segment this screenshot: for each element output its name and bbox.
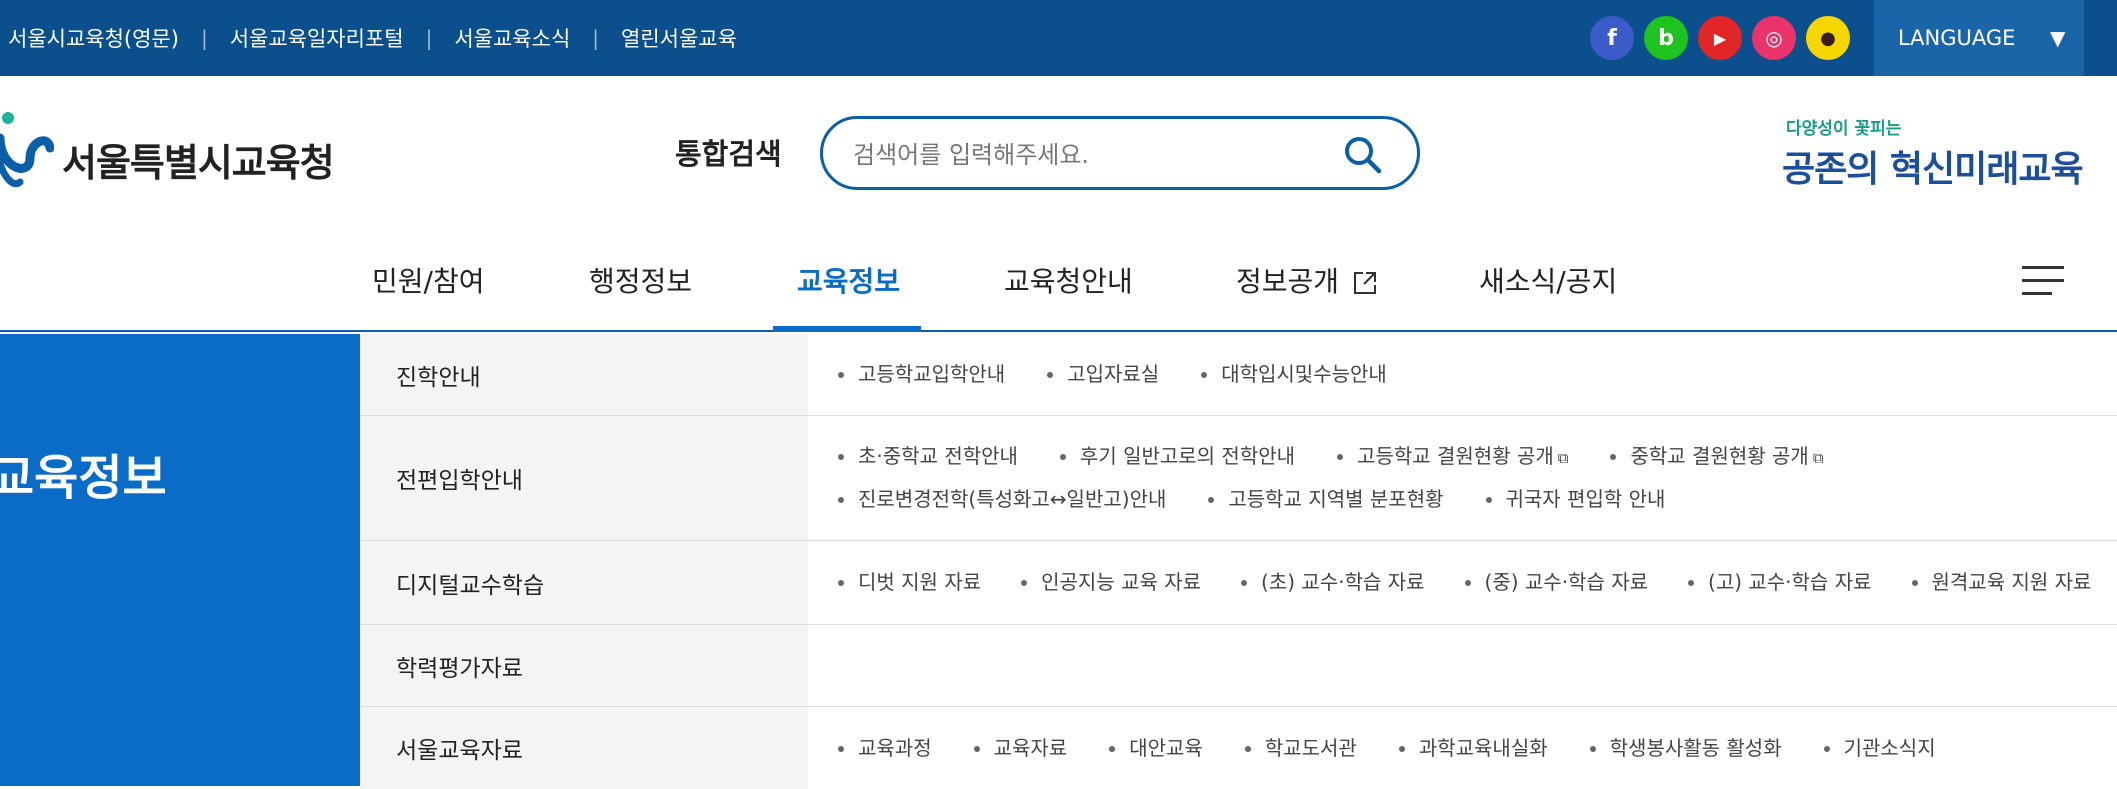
facebook-icon[interactable]: f bbox=[1590, 16, 1634, 60]
menu-link[interactable]: 진로변경전학(특성화고↔일반고)안내 bbox=[838, 479, 1166, 520]
kakao-icon[interactable]: ● bbox=[1806, 16, 1850, 60]
menu-link[interactable]: 인공지능 교육 자료 bbox=[1021, 562, 1201, 603]
slogan-small: 다양성이 꽃피는 bbox=[1786, 119, 1902, 139]
menu-row: 전편입학안내 초·중학교 전학안내 후기 일반고로의 전학안내 고등학교 결원현… bbox=[360, 416, 2117, 541]
menu-link[interactable]: 교육자료 bbox=[973, 728, 1067, 769]
top-link-open-education[interactable]: 열린서울교육 bbox=[621, 23, 737, 53]
nav-info-disclosure: 정보공개 bbox=[1236, 265, 1340, 298]
separator: | bbox=[592, 26, 600, 50]
menu-row: 학력평가자료 bbox=[360, 625, 2117, 707]
hamburger-menu-icon[interactable] bbox=[2022, 264, 2064, 298]
menu-link-external[interactable]: 중학교 결원현황 공개 ⧉ bbox=[1610, 436, 1824, 479]
nav-news-notices[interactable]: 새소식/공지 bbox=[1479, 260, 1617, 300]
top-link-news[interactable]: 서울교육소식 bbox=[454, 23, 570, 53]
slogan-logo: 다양성이 꽃피는 공존의 혁신미래교육 bbox=[1780, 112, 2084, 192]
menu-links: 초·중학교 전학안내 후기 일반고로의 전학안내 고등학교 결원현황 공개 ⧉ 중… bbox=[808, 416, 2117, 540]
menu-link-label: 중학교 결원현황 공개 bbox=[1630, 444, 1809, 468]
menu-link[interactable]: 대안교육 bbox=[1109, 728, 1203, 769]
menu-links: 교육과정 교육자료 대안교육 학교도서관 과학교육내실화 학생봉사활동 활성화 … bbox=[808, 707, 2117, 789]
menu-link[interactable]: 과학교육내실화 bbox=[1398, 728, 1548, 769]
menu-link-label: 고등학교 결원현황 공개 bbox=[1357, 444, 1554, 468]
menu-link[interactable]: 기관소식지 bbox=[1823, 728, 1936, 769]
youtube-icon[interactable]: ▶ bbox=[1698, 16, 1742, 60]
nav-civil-participation[interactable]: 민원/참여 bbox=[372, 260, 484, 300]
external-link-icon bbox=[1353, 272, 1376, 294]
menu-link[interactable]: 원격교육 지원 자료 bbox=[1911, 562, 2091, 603]
separator: | bbox=[200, 26, 208, 50]
side-panel-title: 교육정보 bbox=[0, 450, 167, 506]
mega-menu: 진학안내 고등학교입학안내 고입자료실 대학입시및수능안내 전편입학안내 초·중… bbox=[360, 334, 2117, 789]
social-links: f b ▶ ◎ ● bbox=[1590, 16, 1850, 60]
menu-link[interactable]: 디벗 지원 자료 bbox=[838, 562, 981, 603]
nav-info-disclosure-wrap[interactable]: 정보공개 bbox=[1236, 260, 1378, 300]
menu-links: 디벗 지원 자료 인공지능 교육 자료 (초) 교수·학습 자료 (중) 교수·… bbox=[808, 541, 2117, 624]
menu-category[interactable]: 학력평가자료 bbox=[360, 625, 808, 706]
search-label: 통합검색 bbox=[675, 137, 782, 171]
menu-category[interactable]: 디지털교수학습 bbox=[360, 541, 808, 624]
active-tab-underline bbox=[773, 326, 921, 332]
side-panel: 교육정보 bbox=[0, 334, 360, 786]
site-name[interactable]: 서울특별시교육청 bbox=[62, 132, 335, 187]
top-link-english[interactable]: 서울시교육청(영문) bbox=[8, 23, 179, 53]
nav-office-guide[interactable]: 교육청안내 bbox=[1004, 260, 1133, 300]
instagram-icon[interactable]: ◎ bbox=[1752, 16, 1796, 60]
separator: | bbox=[425, 26, 433, 50]
language-label: LANGUAGE bbox=[1898, 26, 2016, 50]
top-link-jobs-portal[interactable]: 서울교육일자리포털 bbox=[230, 23, 404, 53]
menu-links bbox=[808, 625, 2117, 706]
search-input[interactable] bbox=[853, 137, 1323, 173]
menu-link[interactable]: 고등학교입학안내 bbox=[838, 354, 1005, 395]
menu-link[interactable]: (고) 교수·학습 자료 bbox=[1688, 562, 1872, 603]
slogan-big: 공존의 혁신미래교육 bbox=[1782, 149, 2084, 190]
menu-link[interactable]: 학생봉사활동 활성화 bbox=[1589, 728, 1782, 769]
top-bar: 서울시교육청(영문) | 서울교육일자리포털 | 서울교육소식 | 열린서울교육… bbox=[0, 0, 2117, 76]
menu-link[interactable]: 후기 일반고로의 전학안내 bbox=[1059, 436, 1295, 479]
search-box bbox=[820, 116, 1420, 190]
menu-row: 진학안내 고등학교입학안내 고입자료실 대학입시및수능안내 bbox=[360, 334, 2117, 416]
menu-link[interactable]: 고입자료실 bbox=[1047, 354, 1159, 395]
search-icon[interactable] bbox=[1341, 133, 1385, 177]
menu-category[interactable]: 전편입학안내 bbox=[360, 416, 808, 540]
external-link-icon: ⧉ bbox=[1557, 449, 1569, 467]
menu-row: 서울교육자료 교육과정 교육자료 대안교육 학교도서관 과학교육내실화 학생봉사… bbox=[360, 707, 2117, 789]
logo-icon[interactable] bbox=[0, 108, 54, 192]
menu-link[interactable]: 귀국자 편입학 안내 bbox=[1485, 479, 1665, 520]
menu-link[interactable]: 학교도서관 bbox=[1244, 728, 1357, 769]
language-button[interactable]: LANGUAGE ▼ bbox=[1874, 0, 2084, 76]
external-link-icon: ⧉ bbox=[1812, 449, 1824, 467]
menu-category[interactable]: 서울교육자료 bbox=[360, 707, 808, 789]
main-nav: 민원/참여 행정정보 교육정보 교육청안내 정보공개 새소식/공지 bbox=[0, 236, 2117, 332]
menu-row: 디지털교수학습 디벗 지원 자료 인공지능 교육 자료 (초) 교수·학습 자료… bbox=[360, 541, 2117, 625]
menu-link[interactable]: (중) 교수·학습 자료 bbox=[1464, 562, 1648, 603]
menu-link[interactable]: 고등학교 지역별 분포현황 bbox=[1208, 479, 1444, 520]
top-links: 서울시교육청(영문) | 서울교육일자리포털 | 서울교육소식 | 열린서울교육 bbox=[8, 0, 737, 76]
nav-admin-info[interactable]: 행정정보 bbox=[589, 260, 692, 300]
dropdown-arrow-icon: ▼ bbox=[2050, 26, 2066, 50]
blog-icon[interactable]: b bbox=[1644, 16, 1688, 60]
menu-links: 고등학교입학안내 고입자료실 대학입시및수능안내 bbox=[808, 334, 2117, 415]
menu-link-external[interactable]: 고등학교 결원현황 공개 ⧉ bbox=[1337, 436, 1568, 479]
nav-education-info[interactable]: 교육정보 bbox=[797, 260, 900, 300]
menu-link[interactable]: 초·중학교 전학안내 bbox=[838, 436, 1018, 479]
menu-link[interactable]: (초) 교수·학습 자료 bbox=[1241, 562, 1425, 603]
menu-link[interactable]: 교육과정 bbox=[838, 728, 932, 769]
menu-link[interactable]: 대학입시및수능안내 bbox=[1201, 354, 1387, 395]
menu-category[interactable]: 진학안내 bbox=[360, 334, 808, 415]
